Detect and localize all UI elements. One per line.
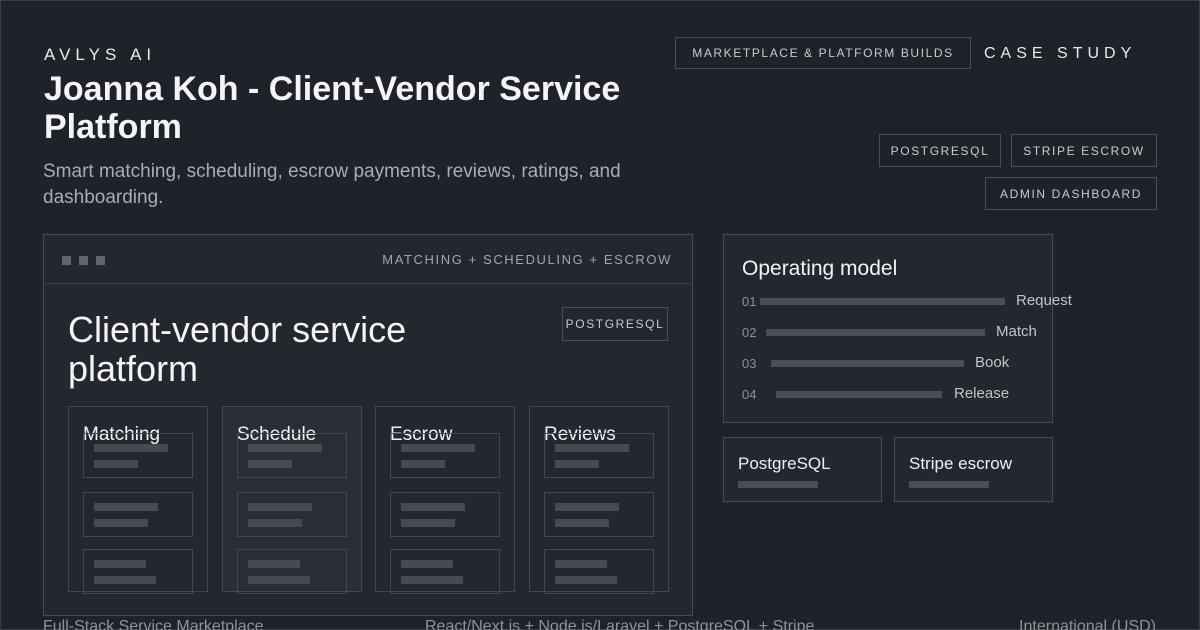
step-progress-bar (766, 329, 985, 336)
footer-right: International (USD) (1019, 618, 1156, 630)
panel-title: Operating model (742, 257, 898, 280)
tech-card-postgresql: PostgreSQL (723, 437, 882, 502)
step-progress-bar (771, 360, 964, 367)
list-item[interactable] (237, 433, 347, 478)
list-item[interactable] (83, 433, 193, 478)
tech-card-stripe-escrow: Stripe escrow (894, 437, 1053, 502)
list-item[interactable] (390, 433, 500, 478)
window-dot-icon (96, 256, 105, 265)
tag-admin-dashboard: ADMIN DASHBOARD (985, 177, 1157, 210)
operating-model-panel: Operating model 01 Request 02 Match 03 B… (723, 234, 1072, 423)
brand-logo-text: AVLYS AI (44, 45, 157, 64)
mockup-title: Client-vendor service platform (68, 309, 407, 389)
case-study-label: CASE STUDY (984, 45, 1137, 62)
list-item[interactable] (237, 492, 347, 537)
step-number: 02 (742, 325, 757, 340)
tech-card-bar (909, 481, 989, 488)
step-label: Match (996, 323, 1037, 340)
window-dot-icon (79, 256, 88, 265)
step-number: 01 (742, 294, 757, 309)
tech-card-label: PostgreSQL (738, 454, 831, 473)
footer-left: Full-Stack Service Marketplace (43, 618, 264, 630)
list-item[interactable] (83, 549, 193, 594)
tag-stripe-escrow: STRIPE ESCROW (1011, 134, 1157, 167)
step-number: 04 (742, 387, 757, 402)
mockup-tag-postgresql: POSTGRESQL (562, 307, 668, 341)
step-label: Release (954, 385, 1010, 402)
page-subtitle: Smart matching, scheduling, escrow payme… (43, 161, 621, 208)
list-item[interactable] (390, 492, 500, 537)
tech-card-label: Stripe escrow (909, 454, 1012, 473)
page-title: Joanna Koh - Client-Vendor Service Platf… (44, 70, 621, 146)
column-schedule[interactable]: Schedule (222, 406, 362, 594)
tech-card-bar (738, 481, 818, 488)
category-tag: MARKETPLACE & PLATFORM BUILDS (675, 37, 971, 69)
tag-postgresql: POSTGRESQL (879, 134, 1001, 167)
step-progress-bar (776, 391, 942, 398)
column-escrow[interactable]: Escrow (375, 406, 515, 594)
mockup-window-bar: MATCHING + SCHEDULING + ESCROW (44, 235, 692, 284)
step-progress-bar (760, 298, 1005, 305)
list-item[interactable] (544, 549, 654, 594)
list-item[interactable] (390, 549, 500, 594)
step-number: 03 (742, 356, 757, 371)
platform-mockup: MATCHING + SCHEDULING + ESCROW Client-ve… (43, 234, 693, 616)
list-item[interactable] (237, 549, 347, 594)
column-reviews[interactable]: Reviews (529, 406, 669, 594)
mockup-caption: MATCHING + SCHEDULING + ESCROW (382, 252, 672, 267)
step-label: Book (975, 354, 1010, 371)
footer-center: React/Next.js + Node.js/Laravel + Postgr… (425, 618, 815, 630)
window-dot-icon (62, 256, 71, 265)
list-item[interactable] (544, 433, 654, 478)
list-item[interactable] (544, 492, 654, 537)
column-matching[interactable]: Matching (68, 406, 208, 594)
list-item[interactable] (83, 492, 193, 537)
step-label: Request (1016, 292, 1072, 309)
